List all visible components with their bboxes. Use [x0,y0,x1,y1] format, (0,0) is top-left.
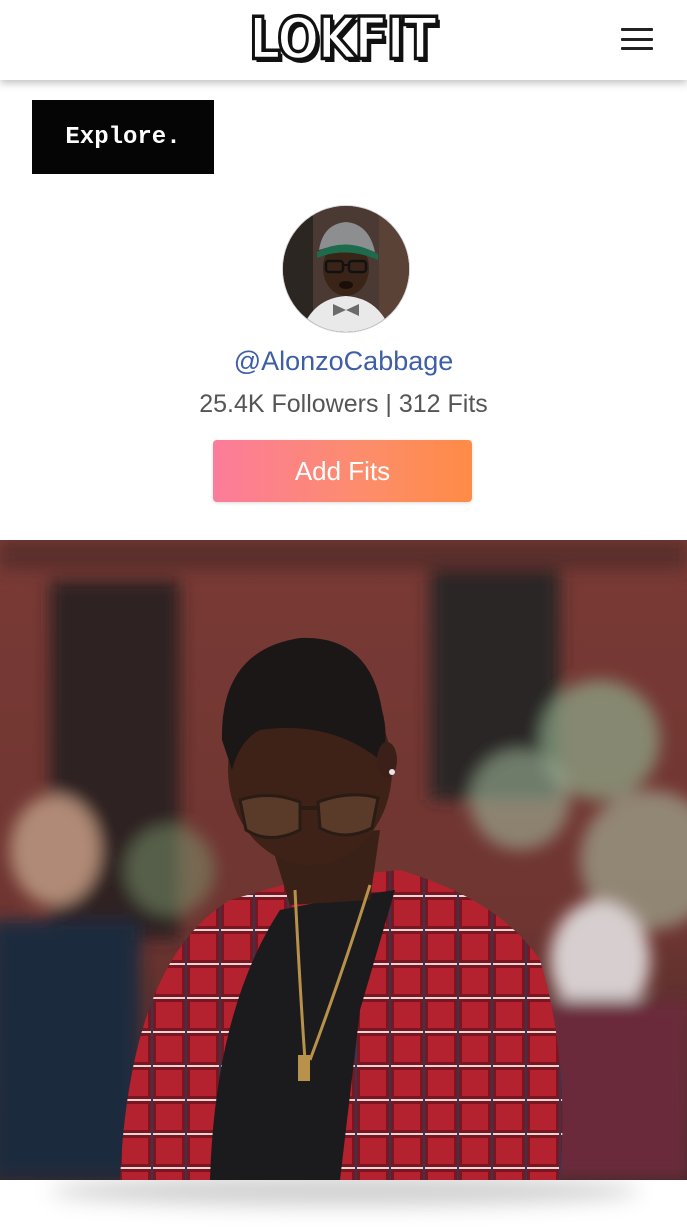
menu-bar [621,37,653,41]
profile-stats: 25.4K Followers | 312 Fits [199,390,488,418]
logo-text: LOKFIT [247,5,438,73]
feed-photo[interactable] [0,540,687,1180]
hamburger-menu-icon[interactable] [617,22,657,56]
avatar-image [283,206,409,332]
photo-card-shadow [50,1176,640,1206]
app-header: LOKFIT [0,0,687,80]
menu-bar [621,28,653,31]
explore-label: Explore. [65,123,181,151]
explore-tag[interactable]: Explore. [32,100,214,174]
add-fits-button[interactable]: Add Fits [213,440,472,502]
feed-photo-image [0,540,687,1180]
app-logo[interactable]: LOKFIT [247,6,438,72]
profile-username-link[interactable]: @AlonzoCabbage [0,346,687,377]
avatar[interactable] [283,206,409,332]
menu-bar [621,47,653,50]
add-fits-label: Add Fits [294,455,391,486]
